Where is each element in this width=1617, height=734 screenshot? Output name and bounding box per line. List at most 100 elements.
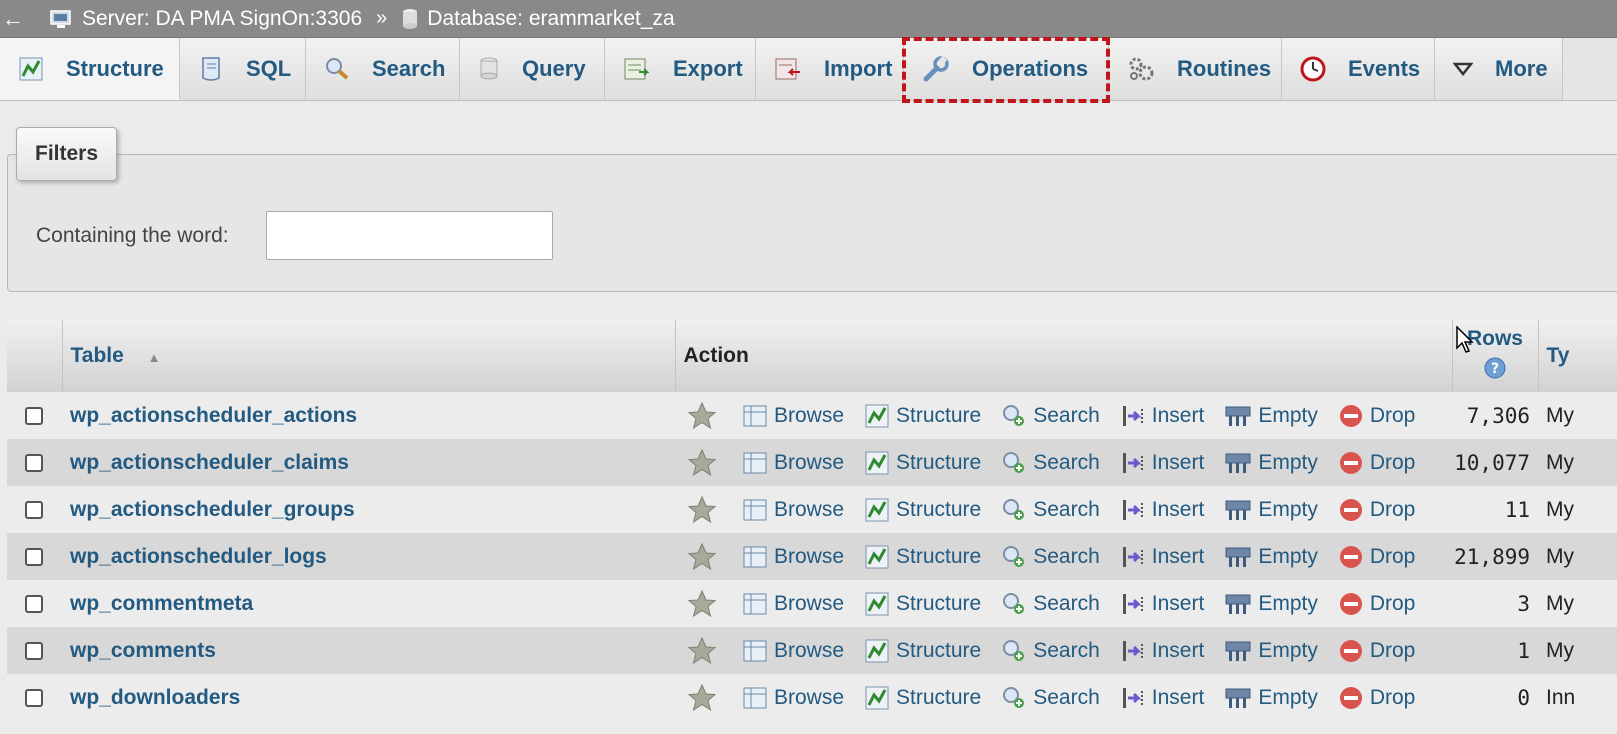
back-arrow-icon[interactable]: ← [0, 6, 26, 32]
table-body: wp_actionscheduler_actions Browse Struct… [7, 392, 1617, 721]
tab-query[interactable]: Query [460, 38, 605, 100]
browse-action[interactable]: Browse [742, 591, 844, 617]
table-name-link[interactable]: wp_commentmeta [62, 580, 675, 627]
table-column-header[interactable]: Table ▲ [62, 320, 676, 392]
browse-action[interactable]: Browse [742, 497, 844, 523]
search-label: Search [1033, 497, 1100, 521]
table-name-link[interactable]: wp_actionscheduler_actions [62, 392, 675, 439]
favorite-star-icon[interactable] [687, 401, 717, 431]
row-count: 10,077 [1452, 439, 1538, 486]
type-column-header: Ty [1538, 320, 1617, 392]
breadcrumb-server[interactable]: Server: DA PMA SignOn:3306 [26, 7, 362, 31]
browse-action[interactable]: Browse [742, 403, 844, 429]
search-action[interactable]: Search [1001, 403, 1100, 429]
table-name-link[interactable]: wp_actionscheduler_claims [62, 439, 675, 486]
table-name-link[interactable]: wp_actionscheduler_logs [62, 533, 675, 580]
search-action[interactable]: Search [1001, 497, 1100, 523]
empty-action[interactable]: Empty [1224, 544, 1318, 570]
help-icon[interactable]: ? [1484, 357, 1506, 379]
search-action[interactable]: Search [1001, 544, 1100, 570]
search-icon [1001, 450, 1027, 476]
row-checkbox[interactable] [25, 547, 43, 566]
structure-action[interactable]: Structure [864, 450, 981, 476]
row-select-cell [7, 486, 62, 533]
insert-label: Insert [1151, 591, 1205, 615]
structure-action[interactable]: Structure [864, 591, 981, 617]
row-checkbox[interactable] [25, 594, 43, 613]
drop-label: Drop [1369, 591, 1416, 615]
breadcrumb-database[interactable]: Database: erammarket_za [401, 7, 675, 31]
browse-label: Browse [774, 450, 845, 474]
browse-action[interactable]: Browse [742, 638, 844, 664]
insert-action[interactable]: Insert [1120, 544, 1204, 570]
structure-action[interactable]: Structure [864, 685, 981, 711]
drop-action[interactable]: Drop [1338, 450, 1415, 476]
insert-action[interactable]: Insert [1120, 403, 1204, 429]
empty-action[interactable]: Empty [1224, 403, 1318, 429]
favorite-star-icon[interactable] [687, 542, 717, 572]
browse-action[interactable]: Browse [742, 450, 844, 476]
browse-action[interactable]: Browse [742, 544, 844, 570]
table-name-link[interactable]: wp_comments [62, 627, 675, 674]
type-header-label[interactable]: Ty [1547, 344, 1570, 367]
favorite-star-icon[interactable] [687, 683, 717, 713]
drop-action[interactable]: Drop [1338, 591, 1416, 617]
tab-sql[interactable]: SQL [180, 38, 306, 100]
structure-label: Structure [896, 685, 982, 709]
tab-search[interactable]: Search [306, 38, 460, 100]
export-icon [623, 56, 651, 82]
drop-action[interactable]: Drop [1338, 685, 1415, 711]
tab-operations[interactable]: Operations [902, 37, 1110, 103]
structure-action[interactable]: Structure [864, 544, 981, 570]
tab-import[interactable]: Import [756, 38, 904, 100]
tab-more[interactable]: More [1435, 38, 1563, 100]
table-name-link[interactable]: wp_downloaders [62, 674, 675, 721]
favorite-star-icon[interactable] [687, 636, 717, 666]
row-checkbox[interactable] [25, 453, 43, 472]
search-action[interactable]: Search [1001, 450, 1100, 476]
insert-action[interactable]: Insert [1120, 450, 1204, 476]
favorite-star-icon[interactable] [687, 495, 717, 525]
row-checkbox[interactable] [25, 406, 43, 425]
sort-table-link[interactable]: Table [71, 344, 124, 367]
empty-action[interactable]: Empty [1224, 591, 1318, 617]
browse-icon [742, 638, 768, 664]
breadcrumb-server-label: Server: DA PMA SignOn:3306 [82, 6, 363, 30]
empty-action[interactable]: Empty [1224, 497, 1318, 523]
search-icon [324, 56, 350, 82]
filters-panel [7, 154, 1617, 292]
table-name-link[interactable]: wp_actionscheduler_groups [62, 486, 675, 533]
tab-events[interactable]: Events [1282, 38, 1435, 100]
insert-action[interactable]: Insert [1120, 497, 1204, 523]
row-checkbox[interactable] [25, 641, 43, 660]
search-action[interactable]: Search [1001, 685, 1100, 711]
row-checkbox[interactable] [25, 688, 43, 707]
empty-action[interactable]: Empty [1224, 450, 1318, 476]
empty-action[interactable]: Empty [1224, 685, 1318, 711]
tab-export[interactable]: Export [605, 38, 756, 100]
insert-icon [1120, 544, 1146, 570]
tab-structure[interactable]: Structure [0, 38, 180, 100]
svg-text:?: ? [1491, 361, 1499, 377]
drop-action[interactable]: Drop [1338, 403, 1415, 429]
browse-label: Browse [774, 591, 845, 615]
structure-action[interactable]: Structure [864, 638, 981, 664]
table-engine: My [1538, 627, 1617, 674]
favorite-star-icon[interactable] [687, 448, 717, 478]
structure-action[interactable]: Structure [864, 497, 981, 523]
favorite-star-icon[interactable] [687, 589, 717, 619]
search-action[interactable]: Search [1001, 591, 1100, 617]
drop-action[interactable]: Drop [1338, 497, 1415, 523]
filter-input[interactable] [266, 211, 553, 260]
structure-action[interactable]: Structure [864, 403, 981, 429]
drop-action[interactable]: Drop [1338, 544, 1415, 570]
insert-action[interactable]: Insert [1120, 591, 1205, 617]
drop-action[interactable]: Drop [1338, 638, 1415, 664]
search-action[interactable]: Search [1001, 638, 1100, 664]
tab-routines[interactable]: Routines [1109, 38, 1282, 100]
browse-action[interactable]: Browse [742, 685, 844, 711]
insert-action[interactable]: Insert [1120, 685, 1204, 711]
insert-action[interactable]: Insert [1120, 638, 1204, 664]
row-checkbox[interactable] [25, 500, 43, 519]
empty-action[interactable]: Empty [1224, 638, 1318, 664]
